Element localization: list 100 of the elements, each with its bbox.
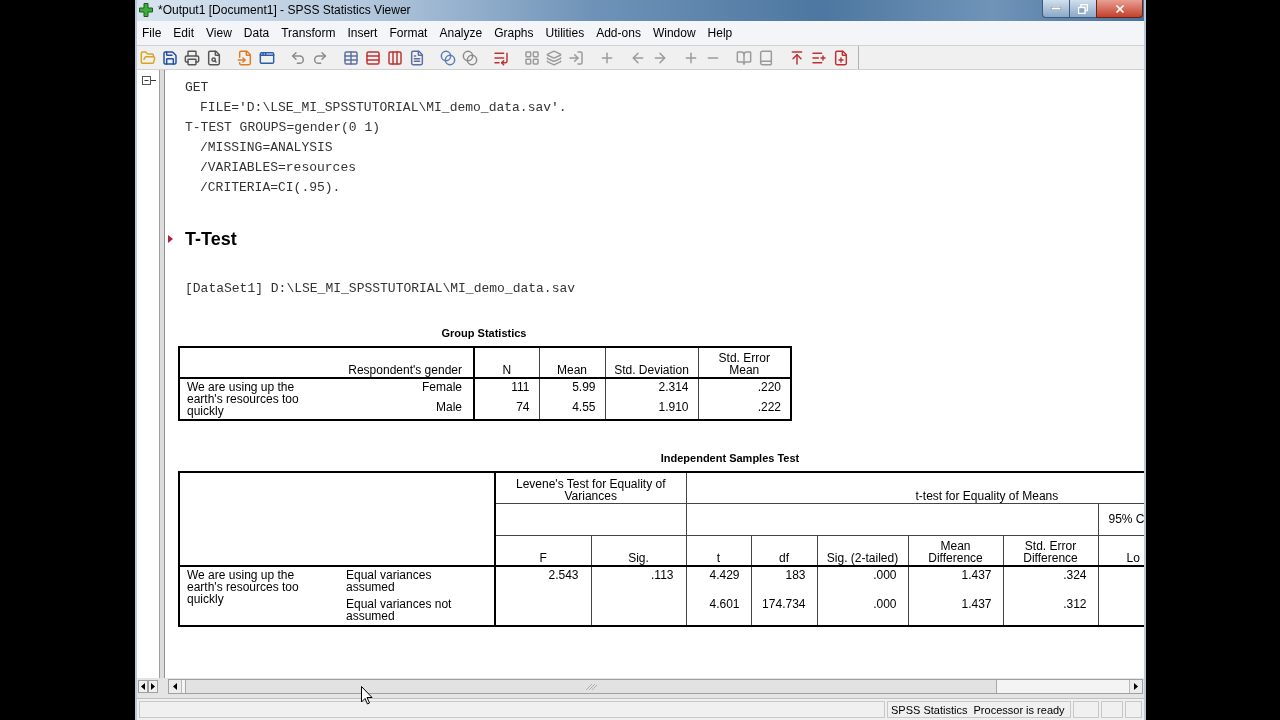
table-cell: 183 (785, 568, 806, 582)
restore-button[interactable] (1070, 0, 1096, 18)
column-header: Std. Error Mean (717, 352, 771, 376)
window-title: *Output1 [Document1] - SPSS Statistics Viewer (158, 3, 411, 17)
menu-item[interactable]: Insert (346, 25, 379, 41)
table-cell: .000 (873, 568, 897, 582)
close-button[interactable] (1096, 0, 1143, 18)
minimize-icon (1051, 7, 1061, 10)
scroll-left-button[interactable] (169, 680, 182, 693)
table-cell: 1.437 (961, 568, 992, 582)
column-header: Sig. (628, 552, 649, 564)
minimize-button[interactable] (1042, 0, 1070, 18)
menu-item[interactable]: Format (388, 25, 429, 41)
syntax-line: GET (185, 80, 209, 95)
triangle-right-icon (151, 683, 155, 690)
table-title: Independent Samples Test (660, 452, 800, 464)
status-message: SPSS Statistics Processor is ready (887, 701, 1071, 718)
table-cell: .324 (1063, 568, 1087, 582)
table-icon[interactable] (343, 49, 359, 66)
document-search-icon[interactable] (206, 49, 222, 66)
syntax-line: /CRITERIA=CI(.95). (200, 180, 341, 195)
table-cell: 111 (511, 380, 530, 394)
menu-item[interactable]: Utilities (544, 25, 586, 41)
grip-icon (585, 682, 597, 691)
syntax-line: T-TEST GROUPS=gender(0 1) (185, 120, 381, 135)
document-lines-icon[interactable] (409, 49, 425, 66)
column-header: Mean Difference (927, 540, 984, 564)
row-label: Male (436, 400, 462, 414)
restore-icon (1078, 3, 1088, 14)
column-header: F (539, 552, 547, 564)
table-title: Group Statistics (441, 327, 527, 339)
mouse-cursor-icon (361, 686, 373, 705)
layers-icon[interactable] (546, 49, 562, 66)
arrow-up-line-icon[interactable] (789, 49, 805, 66)
triangle-left-icon (141, 683, 145, 690)
table-cell: .113 (651, 568, 674, 582)
row-label: We are using up the earth's resources too quickly (187, 381, 300, 417)
printer-icon[interactable] (184, 49, 200, 66)
arrow-into-box-icon[interactable] (568, 49, 584, 66)
close-icon (1113, 2, 1126, 15)
table-cell: 5.99 (572, 380, 596, 394)
table-cell: 1.910 (658, 400, 689, 414)
table-cell: .222 (757, 400, 781, 414)
menu-item[interactable]: Edit (172, 25, 196, 41)
scrollbar-thumb[interactable] (185, 680, 997, 693)
column-header: N (502, 364, 512, 376)
document-arrow-icon[interactable] (237, 49, 253, 66)
row-variable-header: Respondent's gender (348, 363, 462, 377)
horizontal-scrollbar[interactable] (168, 679, 1143, 694)
column-group-header: Levene's Test for Equality of Variances (515, 477, 667, 502)
column-header: Std. Deviation (614, 364, 689, 376)
row-label: We are using up the earth's resources too quickly (187, 569, 300, 605)
overlapping-circles-icon[interactable] (440, 49, 456, 66)
column-group-header: t-test for Equality of Means (915, 488, 1059, 503)
row-label: Equal variances assumed (346, 569, 433, 593)
plus-logo-icon (139, 3, 153, 17)
open-book-icon[interactable] (736, 49, 752, 66)
section-heading: T-Test (185, 229, 237, 249)
redo-icon[interactable] (312, 49, 328, 66)
overlapping-circles-icon[interactable] (462, 49, 478, 66)
menu-item[interactable]: View (205, 25, 233, 41)
book-icon[interactable] (758, 49, 774, 66)
minus-box-icon[interactable] (142, 76, 156, 85)
triangle-left-icon (173, 683, 177, 690)
scroll-right-button[interactable] (148, 680, 158, 693)
menu-item[interactable]: Window (651, 25, 697, 41)
undo-icon[interactable] (290, 49, 306, 66)
window-icon[interactable] (259, 49, 275, 66)
table-cell: 4.429 (709, 568, 740, 582)
syntax-line: /VARIABLES=resources (200, 160, 357, 175)
menu-item[interactable]: Add-ons (595, 25, 642, 41)
document-plus-icon[interactable] (833, 49, 849, 66)
row-label: Equal variances not assumed (346, 598, 453, 622)
scroll-left-button[interactable] (138, 680, 148, 693)
columns-icon[interactable] (387, 49, 403, 66)
table-cell: 2.543 (548, 568, 579, 582)
table-cell: 4.55 (572, 400, 596, 414)
column-header: df (779, 552, 789, 564)
grid-icon[interactable] (524, 49, 540, 66)
table-cell: 2.314 (658, 380, 689, 394)
syntax-line: /MISSING=ANALYSIS (200, 140, 333, 155)
table-cell: 1.437 (961, 597, 992, 611)
table-cell: .000 (873, 597, 897, 611)
column-header: Sig. (2-tailed) (826, 552, 899, 564)
table-cell: 4.601 (709, 597, 740, 611)
rows-icon[interactable] (365, 49, 381, 66)
menu-item[interactable]: Transform (280, 25, 337, 41)
save-icon[interactable] (162, 49, 178, 66)
menu-item[interactable]: Help (706, 25, 734, 41)
table-cell: 74 (516, 400, 530, 414)
column-group-header: 95% C (1108, 512, 1144, 526)
scroll-right-button[interactable] (1129, 680, 1142, 693)
menu-item[interactable]: Graphs (493, 25, 535, 41)
menu-item[interactable]: Data (242, 25, 271, 41)
column-header: Std. Error Difference (1022, 540, 1079, 564)
table-cell: 174.734 (762, 597, 806, 611)
table-cell: .312 (1063, 597, 1087, 611)
column-header: t (716, 552, 721, 564)
menu-item[interactable]: File (141, 25, 163, 41)
menu-item[interactable]: Analyze (438, 25, 484, 41)
